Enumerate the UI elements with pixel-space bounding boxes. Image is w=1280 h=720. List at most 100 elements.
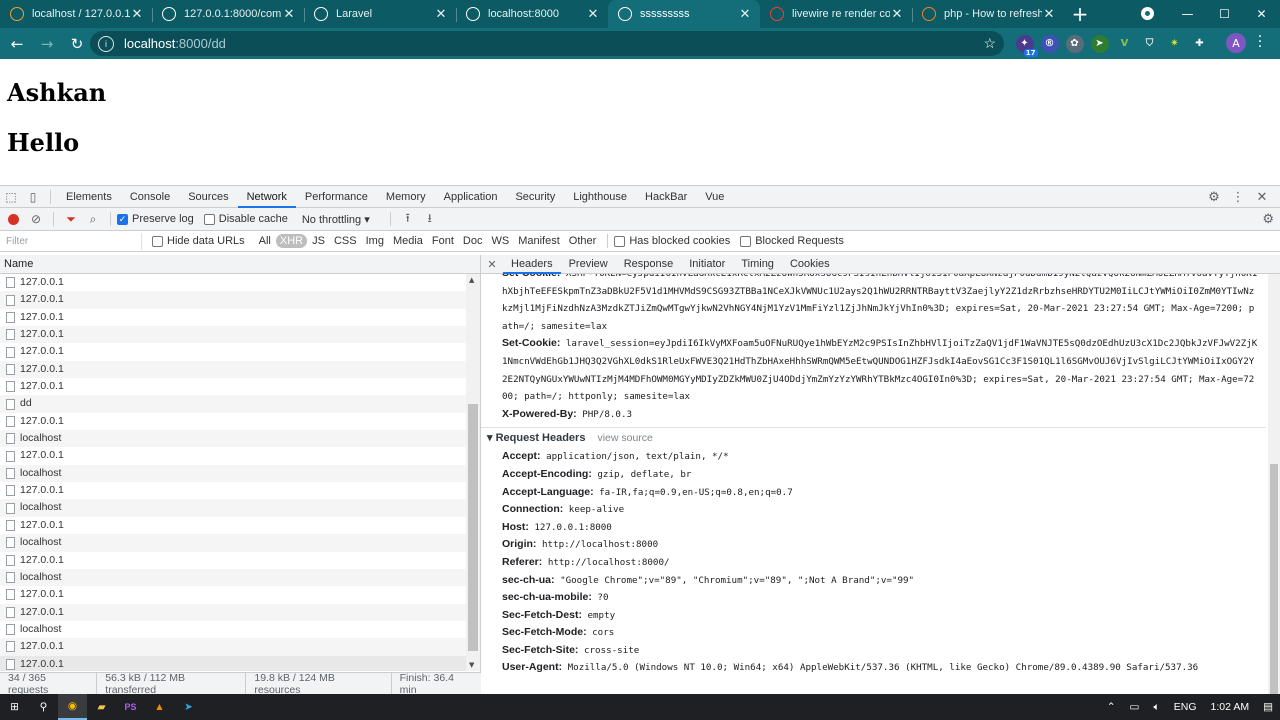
table-row[interactable]: 127.0.0.1 [0, 274, 466, 292]
close-tab-icon[interactable]: ✕ [890, 6, 904, 22]
scrollbar-thumb[interactable] [468, 404, 478, 651]
request-headers-section[interactable]: ▾ Request Headers view source [481, 427, 1266, 448]
devtools-tab-console[interactable]: Console [121, 186, 179, 208]
table-row[interactable]: 127.0.0.1 [0, 638, 466, 656]
volume-icon[interactable]: 🔈︎ [1153, 701, 1159, 714]
extension-icon[interactable]: ✦ 17 [1015, 34, 1038, 57]
reload-icon[interactable]: ↻ [64, 31, 90, 57]
close-detail-icon[interactable]: ✕ [481, 258, 503, 271]
table-row[interactable]: 127.0.0.1 [0, 516, 466, 535]
browser-menu-icon[interactable]: · · · [1256, 30, 1264, 54]
table-row[interactable]: 127.0.0.1 [0, 360, 466, 379]
devtools-tab-vue[interactable]: Vue [696, 186, 733, 208]
close-window-icon[interactable]: ✕ [1243, 7, 1280, 21]
devtools-tab-elements[interactable]: Elements [57, 186, 121, 208]
table-row[interactable]: 127.0.0.1 [0, 603, 466, 621]
browser-tab[interactable]: 127.0.0.1:8000/comm ✕ [152, 0, 304, 28]
table-row[interactable]: 127.0.0.1 [0, 551, 466, 569]
scroll-up-icon[interactable]: ▲ [469, 276, 474, 284]
request-list-scrollbar[interactable]: ▲ ▼ [466, 274, 480, 671]
devtools-tab-security[interactable]: Security [506, 186, 564, 208]
detail-tab-headers[interactable]: Headers [503, 255, 561, 274]
detail-tab-cookies[interactable]: Cookies [782, 255, 838, 274]
puzzle-icon[interactable]: ✚ [1191, 35, 1209, 53]
devtools-tab-sources[interactable]: Sources [179, 186, 237, 208]
close-tab-icon[interactable]: ✕ [738, 6, 752, 22]
filter-input[interactable]: Filter [2, 232, 142, 250]
inspect-element-icon[interactable]: ⬚ [0, 186, 22, 208]
table-row[interactable]: dd [0, 395, 466, 413]
table-row[interactable]: 127.0.0.1 [0, 378, 466, 396]
bookmark-star-icon[interactable]: ☆ [983, 35, 996, 52]
more-options-icon[interactable]: ⋮ [1226, 190, 1250, 205]
browser-tab[interactable]: php - How to refresh ✕ [912, 0, 1064, 28]
language-indicator[interactable]: ENG [1174, 701, 1197, 713]
devtools-tab-network[interactable]: Network [237, 186, 296, 208]
detail-tab-initiator[interactable]: Initiator [681, 255, 733, 274]
windows-start-icon[interactable]: ⊞ [0, 694, 29, 720]
table-row[interactable]: 127.0.0.1 [0, 586, 466, 604]
shield-icon[interactable]: ⛉ [1141, 35, 1159, 53]
telegram-app-icon[interactable]: ➤ [174, 694, 203, 720]
network-icon[interactable]: ▭ [1130, 701, 1140, 713]
table-row[interactable]: 127.0.0.1 [0, 343, 466, 361]
hide-data-urls-checkbox[interactable]: Hide data URLs [152, 235, 245, 247]
devtools-tab-hackbar[interactable]: HackBar [636, 186, 696, 208]
clock[interactable]: 1:02 AM [1211, 701, 1250, 713]
filter-type-other[interactable]: Other [565, 234, 601, 248]
table-row[interactable]: 127.0.0.1 [0, 447, 466, 465]
extension-icon[interactable]: ✷ [1166, 35, 1184, 53]
settings-gear-icon[interactable]: ⚙ [1202, 190, 1226, 205]
scrollbar-thumb[interactable] [1270, 464, 1278, 694]
new-tab-button[interactable]: + [1066, 0, 1094, 28]
extension-icon[interactable]: ✿ [1065, 34, 1084, 53]
filter-type-xhr[interactable]: XHR [275, 234, 308, 248]
filter-type-media[interactable]: Media [389, 234, 427, 248]
view-source-link[interactable]: view source [597, 432, 652, 444]
phpstorm-app-icon[interactable]: PS [116, 694, 145, 720]
table-row[interactable]: 127.0.0.1 [0, 412, 466, 431]
maximize-icon[interactable]: ☐ [1206, 7, 1243, 21]
export-har-icon[interactable]: ⭳ [419, 209, 441, 230]
browser-tab[interactable]: livewire re render com ✕ [760, 0, 912, 28]
table-row[interactable]: 127.0.0.1 [0, 482, 466, 500]
browser-tab[interactable]: localhost:8000 ✕ [456, 0, 608, 28]
devtools-tab-performance[interactable]: Performance [296, 186, 377, 208]
close-devtools-icon[interactable]: ✕ [1250, 190, 1274, 205]
import-har-icon[interactable]: ⭱ [397, 209, 419, 230]
clear-icon[interactable]: ⊘ [25, 212, 47, 226]
filter-type-css[interactable]: CSS [330, 234, 361, 248]
preserve-log-checkbox[interactable]: ✓ Preserve log [117, 213, 194, 225]
devtools-tab-lighthouse[interactable]: Lighthouse [564, 186, 636, 208]
filter-type-ws[interactable]: WS [487, 234, 513, 248]
throttling-select[interactable]: No throttling ▾ [302, 213, 370, 226]
tray-chevron-up-icon[interactable]: ⌃ [1107, 701, 1116, 713]
avatar[interactable]: A [1226, 33, 1246, 53]
close-tab-icon[interactable]: ✕ [434, 6, 448, 22]
filter-type-img[interactable]: Img [362, 234, 388, 248]
filter-type-manifest[interactable]: Manifest [514, 234, 564, 248]
network-settings-gear-icon[interactable]: ⚙ [1262, 211, 1274, 227]
browser-tab[interactable]: localhost / 127.0.0.1 /✕ [0, 0, 152, 28]
table-row[interactable]: 127.0.0.1 [0, 291, 466, 309]
address-bar[interactable]: i localhost:8000/dd ☆ [90, 31, 1004, 56]
detail-scrollbar[interactable] [1268, 274, 1280, 695]
disable-cache-checkbox[interactable]: Disable cache [203, 213, 288, 225]
file-explorer-icon[interactable]: ▰ [87, 694, 116, 720]
table-row[interactable]: localhost [0, 568, 466, 587]
chrome-app-icon[interactable]: ◉ [58, 694, 87, 720]
notifications-icon[interactable]: ▤ [1263, 701, 1273, 713]
detail-tab-timing[interactable]: Timing [733, 255, 782, 274]
devtools-tab-memory[interactable]: Memory [377, 186, 435, 208]
table-row[interactable]: localhost [0, 499, 466, 517]
devtools-tab-application[interactable]: Application [435, 186, 507, 208]
table-row[interactable]: localhost [0, 464, 466, 483]
table-row[interactable]: 127.0.0.1 [0, 655, 466, 671]
vlc-app-icon[interactable]: ▲ [145, 694, 174, 720]
close-tab-icon[interactable]: ✕ [130, 6, 144, 22]
has-blocked-cookies-checkbox[interactable]: Has blocked cookies [614, 235, 730, 247]
table-row[interactable]: localhost [0, 534, 466, 552]
filter-type-doc[interactable]: Doc [459, 234, 487, 248]
site-info-icon[interactable]: i [98, 35, 114, 52]
filter-funnel-icon[interactable]: ⏷ [60, 212, 82, 227]
